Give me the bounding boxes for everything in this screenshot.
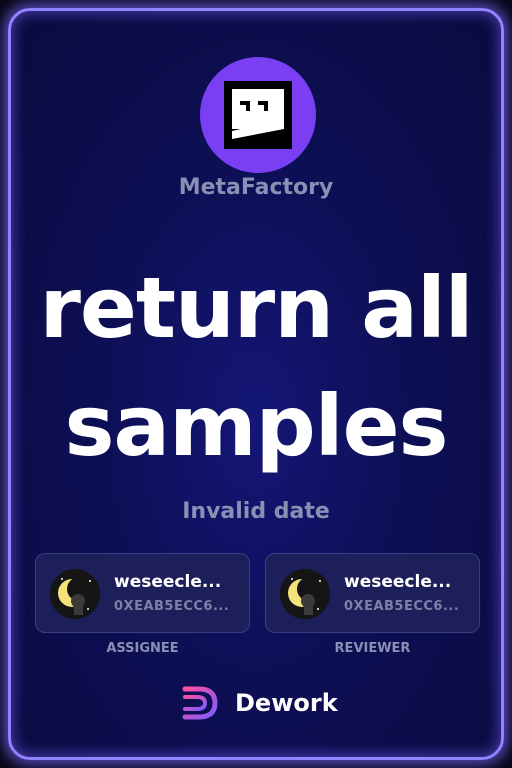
assignee-avatar [50,569,100,619]
brand-name: Dework [235,689,338,717]
task-title-line-1: return all [39,259,473,357]
task-title-line-2: samples [64,377,448,475]
reviewer-card[interactable]: weseecle... 0XEAB5ECC6... [265,553,480,633]
assignee-card[interactable]: weseecle... 0XEAB5ECC6... [35,553,250,633]
assignee-name: weseecle... [114,572,222,592]
reviewer-name: weseecle... [344,572,452,592]
task-title: return all samples [11,249,501,485]
task-date: Invalid date [182,499,330,524]
dework-logo-icon [182,686,218,720]
assignee-address: 0XEAB5ECC6... [114,599,230,614]
reviewer-role-label: REVIEWER [334,641,411,656]
reviewer-address: 0XEAB5ECC6... [344,599,460,614]
org-logo [200,57,316,173]
org-name: MetaFactory [178,175,334,200]
metafactory-logo-icon [224,81,292,149]
task-card: MetaFactory return all samples Invalid d… [8,8,504,760]
reviewer-avatar [280,569,330,619]
moon-avatar-icon [50,569,100,619]
dework-brand[interactable]: Dework [181,683,341,723]
assignee-role-label: ASSIGNEE [106,641,179,656]
moon-avatar-icon [280,569,330,619]
